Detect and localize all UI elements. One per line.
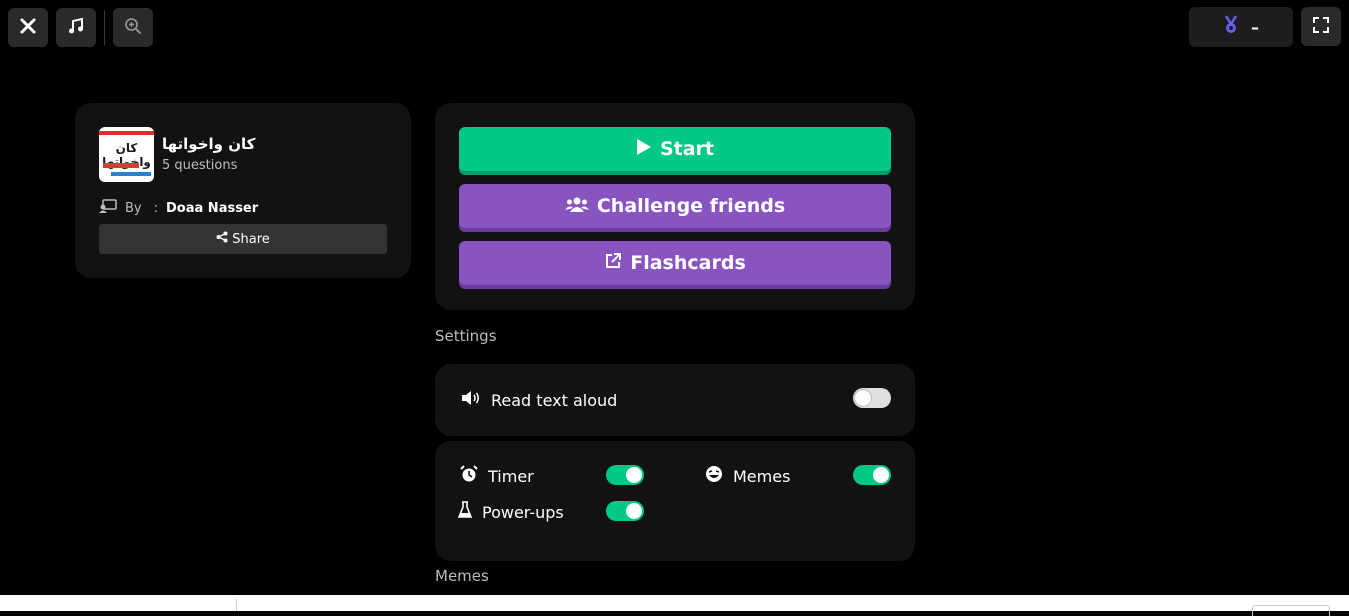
read-aloud-card: Read text aloud (435, 364, 915, 436)
question-count: 5 questions (162, 158, 238, 173)
laughing-face-icon (705, 465, 723, 487)
author-name: Doaa Nasser (166, 200, 259, 216)
medal-button[interactable]: – (1189, 7, 1293, 47)
quiz-thumbnail: كان واخواتها (99, 127, 154, 182)
external-link-icon (604, 252, 622, 275)
alarm-clock-icon (460, 465, 478, 487)
volume-icon (461, 390, 481, 410)
music-button[interactable] (56, 8, 96, 47)
memes-label: Memes (733, 466, 791, 486)
teacher-icon (99, 199, 117, 217)
zoom-in-icon (124, 17, 142, 39)
fullscreen-icon (1312, 16, 1330, 38)
start-label: Start (659, 138, 715, 160)
share-button[interactable]: Share (99, 224, 387, 254)
users-icon (564, 195, 589, 217)
challenge-friends-button[interactable]: Challenge friends (459, 184, 891, 228)
zoom-button[interactable] (113, 8, 153, 47)
challenge-label: Challenge friends (596, 195, 786, 217)
flashcards-button[interactable]: Flashcards (459, 241, 891, 285)
by-label: By (125, 200, 142, 216)
memes-toggle[interactable] (853, 465, 891, 485)
timer-label: Timer (488, 466, 534, 486)
read-aloud-option: Read text aloud (461, 390, 617, 410)
actions-card: Start Challenge friends Flashcards (435, 103, 915, 310)
memes-option: Memes (705, 465, 790, 487)
bottom-strip (0, 595, 1349, 616)
flashcards-label: Flashcards (630, 252, 746, 274)
music-icon (67, 17, 85, 39)
memes-heading: Memes (435, 567, 489, 585)
author-row: By : Doaa Nasser (99, 199, 258, 217)
start-button[interactable]: Start (459, 127, 891, 171)
by-separator: : (153, 200, 159, 216)
flask-icon (457, 501, 473, 523)
read-aloud-toggle[interactable] (853, 388, 891, 408)
close-icon (19, 17, 37, 39)
game-settings-card: Timer Memes Power-ups (435, 441, 915, 561)
read-aloud-label: Read text aloud (491, 390, 618, 410)
close-button[interactable] (8, 8, 48, 47)
powerups-option: Power-ups (457, 501, 564, 523)
settings-heading: Settings (435, 327, 497, 345)
medal-icon (1223, 15, 1239, 39)
timer-option: Timer (460, 465, 534, 487)
share-icon (216, 231, 228, 247)
powerups-label: Power-ups (482, 502, 564, 522)
powerups-toggle[interactable] (606, 501, 644, 521)
quiz-title: كان واخواتها (162, 135, 256, 153)
play-icon (636, 138, 652, 161)
medal-value: – (1251, 17, 1259, 37)
timer-toggle[interactable] (606, 465, 644, 485)
toolbar-divider (104, 10, 105, 45)
quiz-info-card: كان واخواتها كان واخواتها 5 questions By… (75, 103, 411, 278)
fullscreen-button[interactable] (1301, 7, 1341, 46)
share-label: Share (232, 231, 270, 247)
